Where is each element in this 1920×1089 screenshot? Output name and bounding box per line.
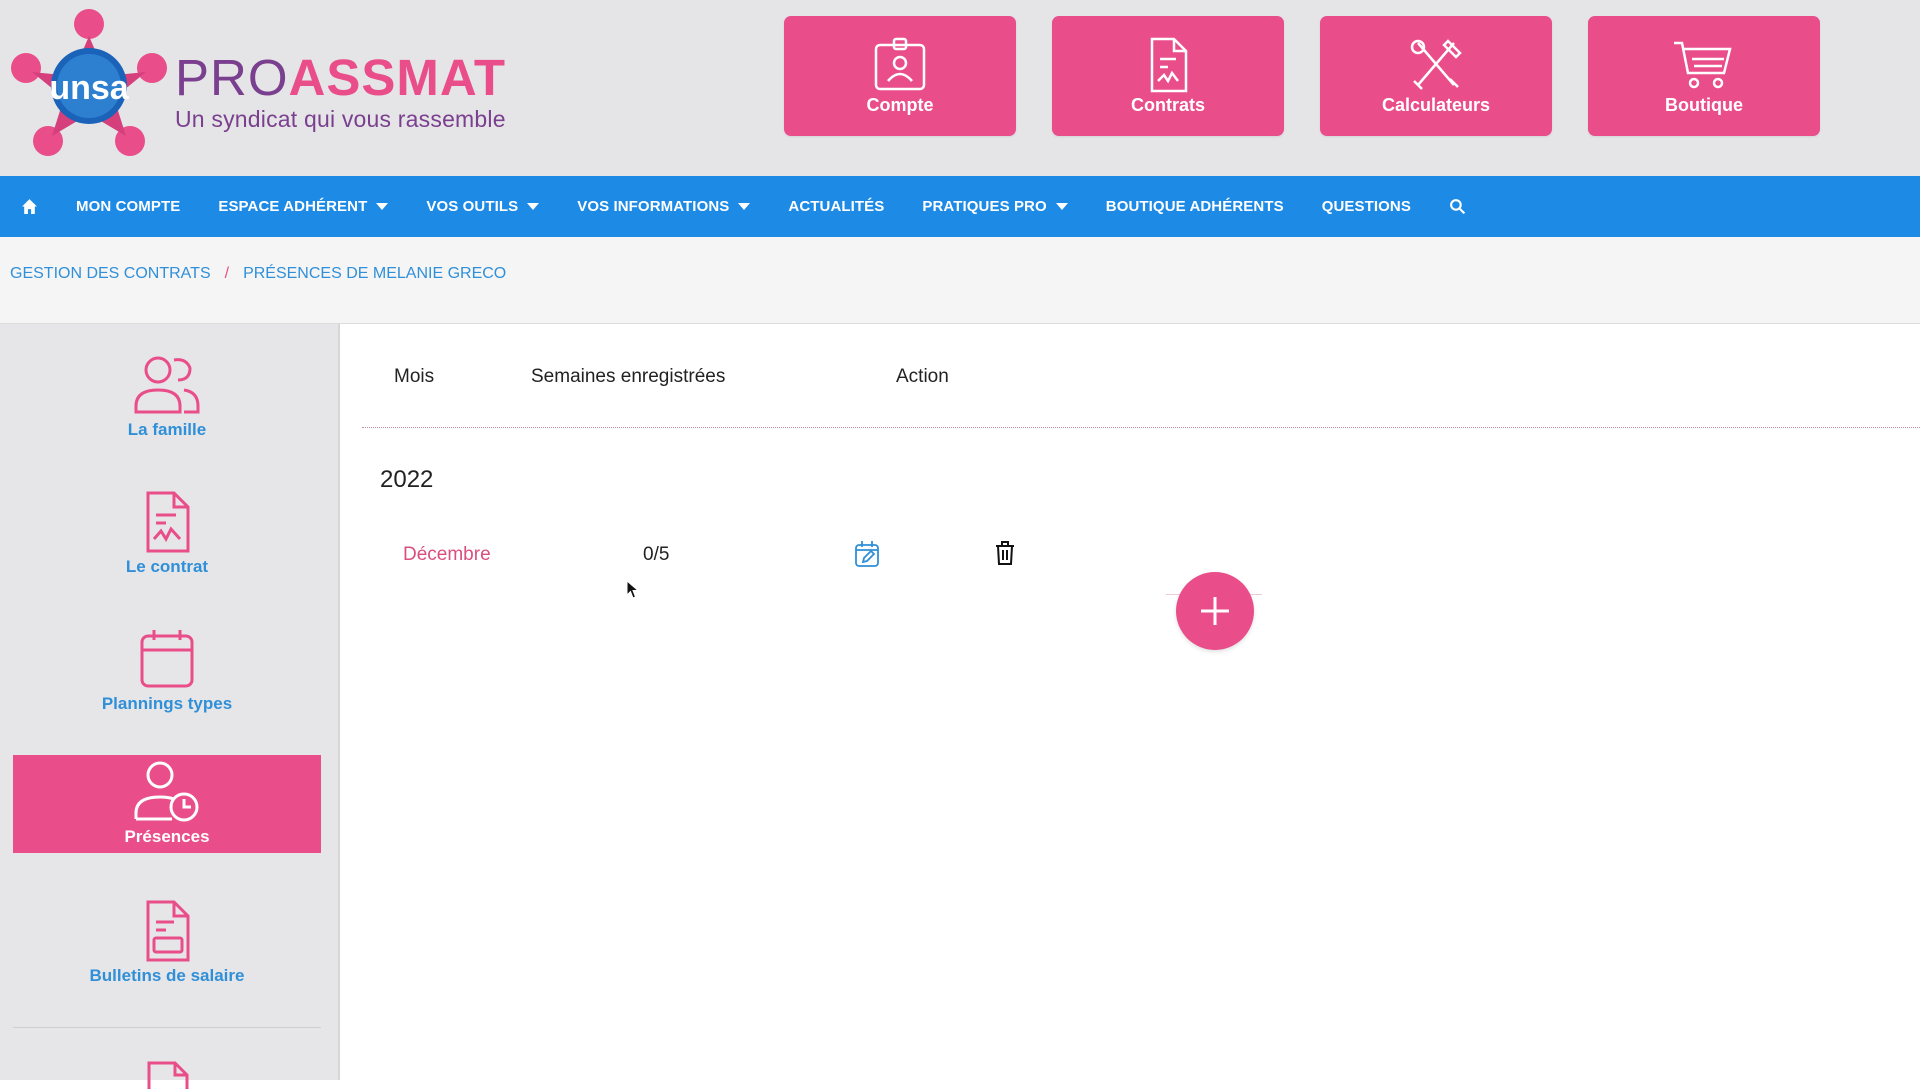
sidebar-item-contrat-label: Le contrat bbox=[125, 557, 209, 576]
nav-espace-adherent-label: ESPACE ADHÉRENT bbox=[218, 198, 368, 215]
nav-pratiques-pro[interactable]: PRATIQUES PRO bbox=[903, 176, 1086, 237]
sidebar-item-presences[interactable]: Présences bbox=[13, 755, 321, 853]
sidebar-item-bulletins-label: Bulletins de salaire bbox=[89, 966, 245, 985]
breadcrumb-separator: / bbox=[224, 265, 230, 282]
sidebar-item-famille[interactable]: La famille bbox=[13, 348, 321, 446]
table-row: Décembre 0/5 bbox=[342, 541, 1542, 584]
sidebar-item-bulletins[interactable]: Bulletins de salaire bbox=[13, 894, 321, 992]
document-icon[interactable] bbox=[135, 1059, 201, 1089]
add-month-button[interactable] bbox=[1176, 572, 1254, 650]
sidebar-item-contrat[interactable]: Le contrat bbox=[13, 485, 321, 583]
brand-name-assmat: ASSMAT bbox=[288, 49, 507, 106]
shopping-cart-icon bbox=[1674, 41, 1732, 88]
contract-icon bbox=[146, 491, 190, 553]
nav-home[interactable] bbox=[0, 176, 57, 237]
brand-name-pro: PRO bbox=[175, 49, 289, 106]
nav-questions-label: QUESTIONS bbox=[1321, 198, 1411, 215]
breadcrumb-presences[interactable]: PRÉSENCES DE MELANIE GRECO bbox=[243, 265, 506, 283]
unsa-logo[interactable]: unsa bbox=[6, 6, 172, 164]
sidebar-item-famille-label: La famille bbox=[127, 420, 207, 439]
nav-pratiques-pro-label: PRATIQUES PRO bbox=[922, 198, 1047, 215]
breadcrumb-gestion-contrats[interactable]: GESTION DES CONTRATS bbox=[10, 265, 211, 283]
edit-calendar-icon[interactable] bbox=[854, 540, 880, 568]
caret-down-icon bbox=[738, 203, 751, 210]
row-weeks-count: 0/5 bbox=[643, 544, 670, 565]
nav-espace-adherent[interactable]: ESPACE ADHÉRENT bbox=[199, 176, 407, 237]
sidebar-item-plannings[interactable]: Plannings types bbox=[13, 622, 321, 720]
year-heading: 2022 bbox=[380, 466, 434, 493]
brand-block[interactable]: PROASSMAT Un syndicat qui vous rassemble bbox=[175, 50, 506, 133]
contract-document-icon bbox=[1150, 37, 1188, 92]
nav-mon-compte[interactable]: MON COMPTE bbox=[57, 176, 199, 237]
nav-boutique-adherents[interactable]: BOUTIQUE ADHÉRENTS bbox=[1087, 176, 1303, 237]
sidebar-item-plannings-label: Plannings types bbox=[101, 694, 233, 713]
nav-vos-outils[interactable]: VOS OUTILS bbox=[407, 176, 558, 237]
caret-down-icon bbox=[1055, 203, 1068, 210]
brand-name: PROASSMAT bbox=[175, 50, 506, 106]
trash-icon[interactable] bbox=[994, 540, 1016, 566]
tools-icon bbox=[1410, 38, 1462, 90]
nav-search[interactable] bbox=[1430, 176, 1485, 237]
home-icon bbox=[22, 199, 37, 214]
sidebar-item-presences-label: Présences bbox=[124, 827, 210, 846]
brand-tagline: Un syndicat qui vous rassemble bbox=[175, 106, 506, 132]
sidebar-divider bbox=[13, 1027, 321, 1028]
calendar-icon bbox=[140, 630, 194, 688]
main-nav: MON COMPTE ESPACE ADHÉRENT VOS OUTILS VO… bbox=[0, 176, 1920, 237]
nav-vos-informations[interactable]: VOS INFORMATIONS bbox=[558, 176, 769, 237]
logo-text: unsa bbox=[49, 69, 129, 107]
nav-boutique-adherents-label: BOUTIQUE ADHÉRENTS bbox=[1105, 198, 1284, 215]
row-month-link[interactable]: Décembre bbox=[403, 544, 491, 566]
site-header: unsa PROASSMAT Un syndicat qui vous rass… bbox=[0, 0, 1920, 176]
tile-boutique-label: Boutique bbox=[1665, 94, 1743, 115]
presences-panel: Mois Semaines enregistrées Action 2022 D… bbox=[342, 324, 1920, 1080]
caret-down-icon bbox=[527, 203, 540, 210]
tile-calculateurs-label: Calculateurs bbox=[1381, 94, 1491, 115]
breadcrumb: GESTION DES CONTRATS / PRÉSENCES DE MELA… bbox=[0, 237, 1920, 324]
nav-actualites[interactable]: ACTUALITÉS bbox=[769, 176, 903, 237]
tile-contrats-label: Contrats bbox=[1130, 94, 1205, 115]
tile-boutique[interactable]: Boutique bbox=[1588, 16, 1820, 136]
mouse-cursor-icon bbox=[626, 580, 640, 599]
tile-compte-label: Compte bbox=[866, 94, 934, 115]
search-icon bbox=[1450, 199, 1466, 215]
user-clock-icon bbox=[134, 761, 199, 822]
tile-contrats[interactable]: Contrats bbox=[1052, 16, 1284, 136]
nav-vos-informations-label: VOS INFORMATIONS bbox=[577, 198, 730, 215]
family-icon bbox=[134, 356, 200, 414]
nav-vos-outils-label: VOS OUTILS bbox=[426, 198, 519, 215]
header-mois: Mois bbox=[394, 366, 435, 387]
payslip-icon bbox=[146, 900, 190, 962]
plus-icon bbox=[1201, 597, 1229, 625]
nav-actualites-label: ACTUALITÉS bbox=[788, 198, 885, 215]
nav-mon-compte-label: MON COMPTE bbox=[76, 198, 181, 215]
table-header: Mois Semaines enregistrées Action bbox=[362, 324, 1920, 428]
tile-calculateurs[interactable]: Calculateurs bbox=[1320, 16, 1552, 136]
tile-compte[interactable]: Compte bbox=[784, 16, 1016, 136]
header-action: Action bbox=[896, 366, 949, 387]
caret-down-icon bbox=[376, 203, 389, 210]
sidebar: La famille Le contrat Plannings types Pr… bbox=[0, 324, 340, 1089]
header-semaines: Semaines enregistrées bbox=[531, 366, 726, 387]
id-badge-icon bbox=[874, 37, 926, 90]
nav-questions[interactable]: QUESTIONS bbox=[1303, 176, 1430, 237]
